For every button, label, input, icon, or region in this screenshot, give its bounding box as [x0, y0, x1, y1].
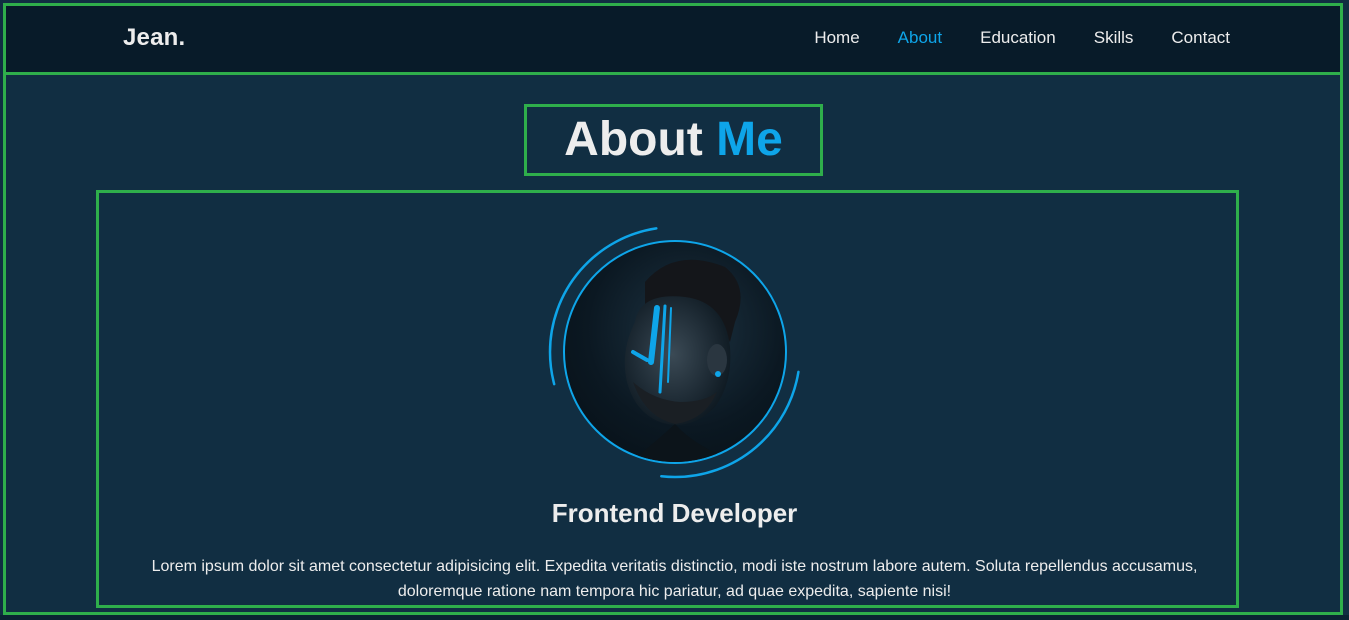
- about-description: Lorem ipsum dolor sit amet consectetur a…: [151, 558, 1198, 600]
- main-nav: Home About Education Skills Contact: [776, 28, 1230, 48]
- heading-accent: Me: [716, 113, 783, 166]
- site-header: Jean. Home About Education Skills Contac…: [3, 3, 1343, 75]
- about-heading-box: About Me: [524, 104, 823, 176]
- nav-link-home[interactable]: Home: [814, 28, 859, 48]
- page: Jean. Home About Education Skills Contac…: [0, 0, 1349, 620]
- page-title: About Me: [564, 116, 783, 164]
- nav-link-about[interactable]: About: [898, 28, 942, 48]
- site-logo[interactable]: Jean.: [123, 24, 185, 52]
- nav-link-skills[interactable]: Skills: [1094, 28, 1134, 48]
- nav-link-contact[interactable]: Contact: [1171, 28, 1230, 48]
- avatar-container: [545, 222, 805, 482]
- profile-photo: [624, 259, 741, 462]
- bottom-divider: [0, 615, 1349, 620]
- role-title: Frontend Developer: [551, 498, 798, 528]
- avatar: [563, 240, 787, 464]
- heading-main: About: [564, 113, 703, 166]
- nav-link-education[interactable]: Education: [980, 28, 1056, 48]
